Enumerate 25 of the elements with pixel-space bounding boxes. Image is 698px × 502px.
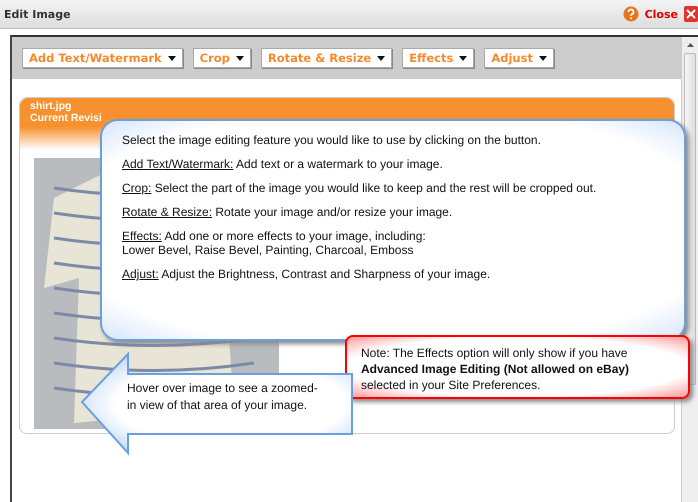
close-link[interactable]: Close <box>644 8 678 20</box>
help-item: Rotate & Resize: Rotate your image and/or resize your image. <box>122 205 454 219</box>
menu-button[interactable]: Adjust <box>484 48 554 68</box>
menu-button[interactable]: Effects <box>402 48 474 68</box>
close-icon[interactable] <box>684 6 698 22</box>
help-item: Adjust: Adjust the Brightness, Contrast and Sharpness of your image. <box>122 267 492 281</box>
caret-icon <box>168 56 176 60</box>
revision-label: Current Revisi <box>30 112 102 124</box>
note-text: Note: The Effects option will only show if you have Advanced Image Editing (Not allowed on eBay) selected in your Site Preferences. <box>361 346 630 392</box>
file-name: shirt.jpg <box>30 100 72 112</box>
caret-icon <box>236 56 244 60</box>
scroll-up-icon[interactable] <box>686 43 694 47</box>
menu-button[interactable]: Rotate & Resize <box>260 48 392 68</box>
caret-icon <box>538 56 547 60</box>
help-item: Crop: Select the part of the image you would like to keep and the rest will be cropped out. <box>122 181 598 195</box>
help-item: Add Text/Watermark: Add text or a watermark to your image. <box>122 157 444 171</box>
menu-button[interactable]: Add Text/Watermark <box>22 48 183 68</box>
arrow-text: Hover over image to see a zoomed-in view of that area of your image. <box>127 380 319 414</box>
help-intro: Select the image editing feature you would like to use by clicking on the button. <box>122 133 542 147</box>
window-title: Edit Image <box>4 8 71 20</box>
help-icon[interactable] <box>622 6 639 22</box>
caret-icon <box>377 56 386 60</box>
menu-button[interactable]: Crop <box>192 48 251 68</box>
caret-icon <box>459 56 468 60</box>
help-item: Effects: Add one or more effects to your image, including: Lower Bevel, Raise Bevel, Painting, Charcoal, Emboss <box>122 229 427 257</box>
